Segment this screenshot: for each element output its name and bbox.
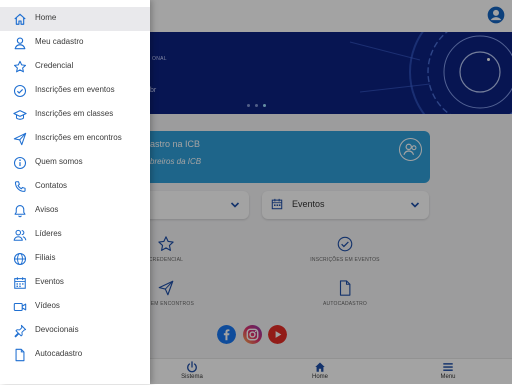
globe-icon xyxy=(13,252,27,266)
drawer-item-meu-cadastro[interactable]: Meu cadastro xyxy=(0,31,150,55)
drawer-item-filiais[interactable]: Filiais xyxy=(0,247,150,271)
star-icon xyxy=(13,60,27,73)
drawer-item-label: Inscrições em eventos xyxy=(35,85,115,94)
drawer-item-label: Quem somos xyxy=(35,157,83,166)
drawer-item-label: Vídeos xyxy=(35,301,60,310)
person-icon xyxy=(14,37,26,50)
drawer-item-label: Eventos xyxy=(35,277,64,286)
drawer-item-label: Avisos xyxy=(35,205,59,214)
drawer-item-label: Filiais xyxy=(35,253,56,262)
drawer-item-label: Autocadastro xyxy=(35,349,83,358)
drawer-item-videos[interactable]: Vídeos xyxy=(0,295,150,319)
drawer-item-label: Credencial xyxy=(35,61,74,70)
drawer-item-label: Devocionais xyxy=(35,325,79,334)
bell-icon xyxy=(14,205,26,218)
drawer-item-label: Home xyxy=(35,13,57,22)
pin-icon xyxy=(14,324,27,338)
drawer-item-label: Meu cadastro xyxy=(35,37,84,46)
drawer-item-label: Contatos xyxy=(35,181,68,190)
drawer-item-autocadastro[interactable]: Autocadastro xyxy=(0,343,150,367)
drawer-item-inscricoes-encontros[interactable]: Inscrições em encontros xyxy=(0,127,150,151)
drawer-item-devocionais[interactable]: Devocionais xyxy=(0,319,150,343)
home-icon xyxy=(14,13,26,25)
info-icon xyxy=(13,156,27,170)
calendar-icon xyxy=(14,277,26,289)
drawer-item-lideres[interactable]: Líderes xyxy=(0,223,150,247)
drawer-item-home[interactable]: Home xyxy=(0,7,150,31)
drawer-item-contatos[interactable]: Contatos xyxy=(0,175,150,199)
phone-icon xyxy=(14,181,26,192)
drawer-item-label: Inscrições em encontros xyxy=(35,133,122,142)
drawer-item-eventos[interactable]: Eventos xyxy=(0,271,150,295)
document-icon xyxy=(15,348,25,362)
drawer-item-inscricoes-classes[interactable]: Inscrições em classes xyxy=(0,103,150,127)
people-icon xyxy=(13,229,27,241)
send-icon xyxy=(13,132,27,146)
navigation-drawer: Home Meu cadastro Credencial Inscrições … xyxy=(0,0,150,384)
drawer-item-inscricoes-eventos[interactable]: Inscrições em eventos xyxy=(0,79,150,103)
drawer-item-label: Líderes xyxy=(35,229,62,238)
graduation-cap-icon xyxy=(13,110,27,120)
drawer-item-credencial[interactable]: Credencial xyxy=(0,55,150,79)
drawer-item-avisos[interactable]: Avisos xyxy=(0,199,150,223)
check-circle-icon xyxy=(13,84,27,98)
drawer-item-quem-somos[interactable]: Quem somos xyxy=(0,151,150,175)
video-icon xyxy=(13,302,27,312)
drawer-item-label: Inscrições em classes xyxy=(35,109,114,118)
